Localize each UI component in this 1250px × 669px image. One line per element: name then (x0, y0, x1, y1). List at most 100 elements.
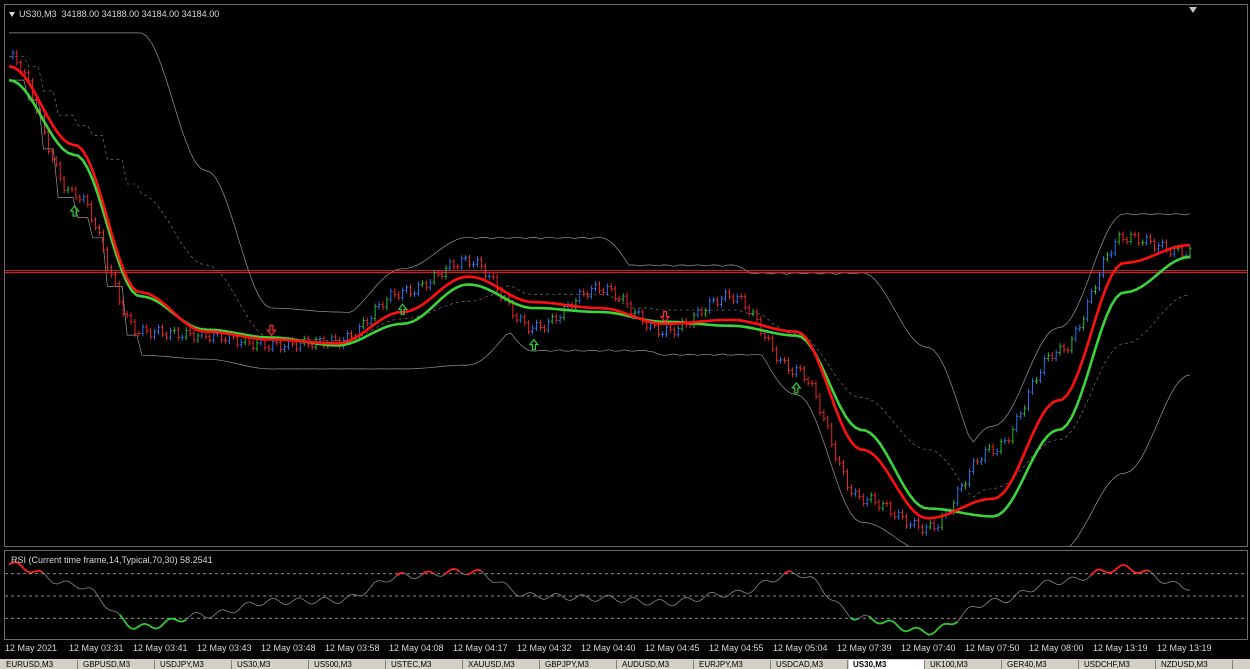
rsi-segment (496, 581, 500, 584)
rsi-segment (1068, 576, 1073, 580)
rsi-segment (621, 600, 626, 604)
rsi-segment (241, 603, 246, 608)
rsi-segment (739, 589, 744, 593)
rsi-segment (975, 606, 980, 608)
rsi-segment (1156, 578, 1161, 583)
rsi-segment (820, 587, 825, 595)
rsi-segment (418, 573, 423, 578)
rsi-segment (370, 582, 375, 588)
main-price-pane[interactable]: US30,M3 34188.00 34188.00 34184.00 34184… (4, 4, 1248, 547)
rsi-segment (56, 582, 61, 585)
rsi-segment (108, 609, 113, 612)
rsi-segment (97, 594, 102, 602)
rsi-segment (879, 621, 884, 625)
chart-tab[interactable]: US30,M3 (849, 660, 925, 669)
rsi-segment (245, 601, 250, 604)
rsi-segment (89, 587, 95, 591)
chart-tab[interactable]: USDCHF,M3 (1080, 660, 1156, 669)
rsi-segment (256, 604, 261, 607)
rsi-segment (658, 598, 663, 601)
upper-envelope (9, 32, 1191, 443)
rsi-segment (934, 626, 940, 633)
price-chart-svg[interactable] (5, 5, 1247, 546)
chart-tab[interactable]: EURJPY,M3 (695, 660, 771, 669)
rsi-segment (916, 626, 921, 630)
rsi-segment (197, 611, 202, 615)
rsi-segment (698, 598, 704, 602)
rsi-segment (614, 598, 619, 602)
rsi-segment (115, 611, 120, 615)
rsi-segment (1111, 568, 1117, 573)
rsi-segment (366, 586, 372, 593)
time-tick-label: 12 May 03:48 (261, 643, 316, 653)
chart-tab[interactable]: XAUUSD,M3 (464, 660, 540, 669)
rsi-segment (60, 580, 65, 583)
rsi-segment (1005, 601, 1010, 604)
rsi-segment (687, 597, 692, 600)
rsi-segment (595, 599, 600, 602)
rsi-segment (488, 578, 493, 583)
rsi-segment (263, 600, 268, 605)
rsi-segment (359, 594, 364, 597)
rsi-segment (1152, 573, 1158, 579)
chart-tab[interactable]: USTEC,M3 (387, 660, 463, 669)
rsi-indicator-pane[interactable]: RSI (Current time frame,14,Typical,70,30… (4, 550, 1248, 640)
rsi-segment (112, 610, 117, 613)
rsi-segment (178, 620, 183, 623)
chart-tab[interactable]: NZDUSD,M3 (1157, 660, 1233, 669)
rsi-segment (137, 623, 143, 628)
rsi-segment (920, 628, 925, 633)
rsi-segment (1119, 563, 1124, 567)
rsi-segment (1093, 568, 1099, 573)
chart-tab[interactable]: US30,M3 (233, 660, 309, 669)
chart-tab[interactable]: GBPUSD,M3 (79, 660, 155, 669)
rsi-segment (1001, 601, 1006, 604)
rsi-segment (344, 595, 349, 600)
rsi-segment (1075, 577, 1080, 580)
rsi-segment (780, 573, 785, 579)
rsi-segment (662, 599, 667, 603)
rsi-segment (979, 605, 984, 608)
symbol-header: US30,M3 34188.00 34188.00 34184.00 34184… (19, 9, 219, 19)
rsi-segment (278, 600, 283, 604)
chart-tab[interactable]: AUDUSD,M3 (618, 660, 694, 669)
rsi-segment (381, 580, 386, 583)
rsi-segment (462, 573, 467, 576)
rsi-segment (182, 619, 187, 623)
sell-arrow-icon (266, 324, 277, 337)
rsi-segment (156, 626, 161, 630)
ma-slow-line (8, 78, 1191, 518)
chart-tab[interactable]: EURUSD,M3 (2, 660, 78, 669)
rsi-segment (274, 598, 279, 601)
rsi-segment (473, 568, 479, 572)
rsi-segment (639, 600, 645, 605)
chart-tab[interactable]: USDCAD,M3 (772, 660, 848, 669)
rsi-segment (846, 612, 851, 619)
rsi-segment (868, 615, 874, 621)
rsi-segment (876, 621, 881, 625)
rsi-segment (49, 579, 54, 584)
rsi-segment (1178, 583, 1183, 588)
rsi-segment (901, 629, 907, 633)
rsi-segment (193, 611, 198, 614)
chart-tab[interactable]: GER40,M3 (1003, 660, 1079, 669)
rsi-segment (909, 627, 914, 632)
chart-tab[interactable]: USDJPY,M3 (156, 660, 232, 669)
rsi-segment (894, 622, 900, 628)
rsi-segment (248, 601, 253, 604)
rsi-segment (713, 592, 718, 596)
rsi-segment (481, 570, 486, 576)
chart-tab[interactable]: US500,M3 (310, 660, 386, 669)
rsi-segment (942, 622, 947, 626)
time-tick-label: 12 May 07:50 (965, 643, 1020, 653)
rsi-segment (617, 601, 622, 604)
dropdown-triangle-icon[interactable] (9, 12, 15, 17)
rsi-segment (285, 603, 290, 606)
time-tick-label: 12 May 13:19 (1093, 643, 1148, 653)
chart-tab[interactable]: GBPJPY,M3 (541, 660, 617, 669)
chart-shift-triangle-icon[interactable] (1189, 7, 1197, 13)
rsi-segment (23, 567, 29, 573)
chart-tab[interactable]: UK100,M3 (926, 660, 1002, 669)
rsi-segment (311, 602, 316, 605)
rsi-segment (122, 618, 128, 626)
